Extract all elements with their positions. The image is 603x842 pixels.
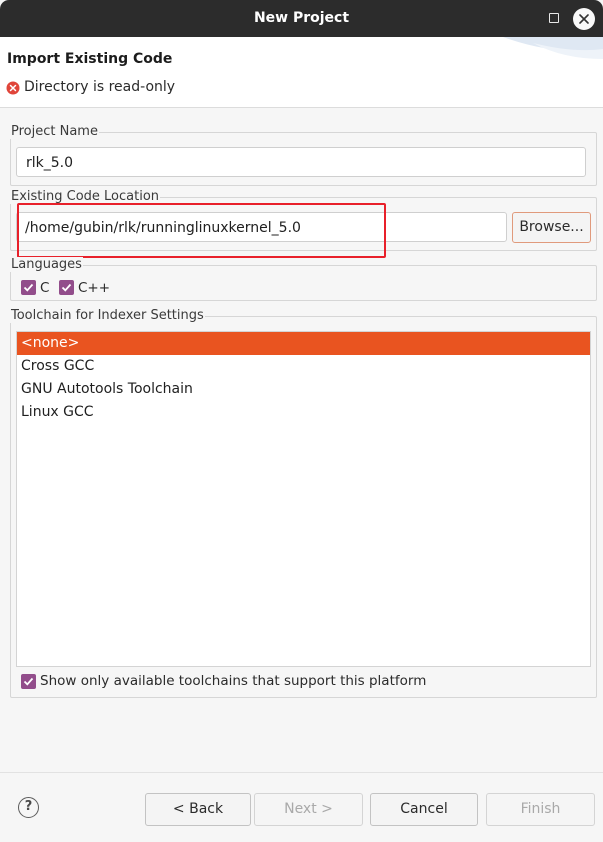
title-bar: New Project [0, 0, 603, 37]
code-location-legend: Existing Code Location [10, 189, 161, 204]
highlight-annotation [17, 203, 386, 258]
check-icon [61, 283, 72, 292]
error-icon [6, 81, 20, 95]
languages-legend: Languages [10, 257, 83, 272]
page-title: Import Existing Code [7, 51, 173, 67]
list-item-linux-gcc[interactable]: Linux GCC [17, 401, 590, 424]
language-c-checkbox[interactable] [21, 280, 36, 295]
wizard-header: Import Existing Code Directory is read-o… [0, 37, 603, 108]
finish-button[interactable]: Finish [486, 793, 595, 826]
browse-button[interactable]: Browse... [512, 212, 591, 243]
project-name-legend: Project Name [10, 124, 99, 139]
list-item-cross-gcc[interactable]: Cross GCC [17, 355, 590, 378]
cancel-button[interactable]: Cancel [370, 793, 478, 826]
next-button[interactable]: Next > [254, 793, 363, 826]
project-name-input[interactable]: rlk_5.0 [16, 147, 586, 177]
list-item-gnu-autotools[interactable]: GNU Autotools Toolchain [17, 378, 590, 401]
toolchain-legend: Toolchain for Indexer Settings [10, 308, 205, 323]
close-icon [579, 14, 589, 24]
check-icon [23, 283, 34, 292]
language-cpp-checkbox[interactable] [59, 280, 74, 295]
toolchain-list[interactable]: <none> Cross GCC GNU Autotools Toolchain… [16, 331, 591, 667]
show-available-checkbox[interactable] [21, 674, 36, 689]
window-title: New Project [253, 10, 350, 26]
list-item-none[interactable]: <none> [17, 332, 590, 355]
help-icon[interactable]: ? [18, 797, 39, 818]
close-button[interactable] [573, 8, 595, 30]
check-icon [23, 677, 34, 686]
maximize-button[interactable] [549, 13, 559, 23]
footer-separator [0, 772, 603, 773]
error-message: Directory is read-only [24, 79, 176, 95]
show-available-label: Show only available toolchains that supp… [40, 673, 427, 689]
language-cpp-label: C++ [78, 280, 111, 296]
back-button[interactable]: < Back [145, 793, 251, 826]
banner-decoration [503, 37, 603, 59]
language-c-label: C [40, 280, 50, 296]
